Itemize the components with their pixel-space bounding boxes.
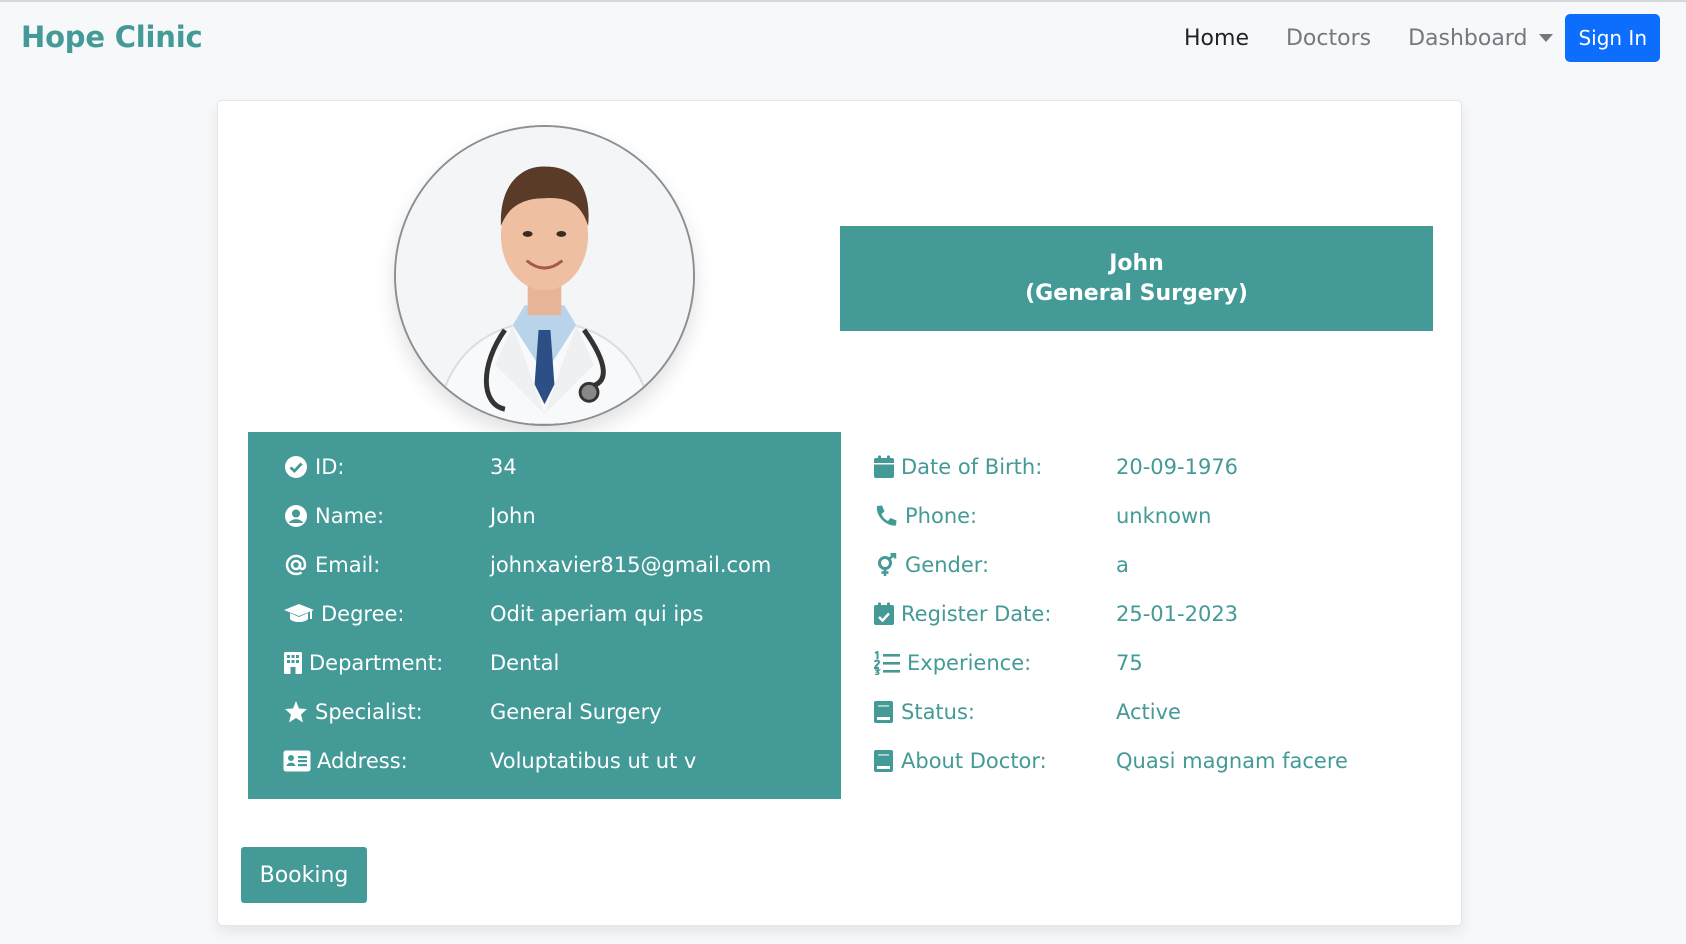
field-value-dob: 20-09-1976 <box>1116 454 1239 479</box>
nav-doctors-link[interactable]: Doctors <box>1286 26 1371 51</box>
book-icon <box>873 700 895 724</box>
at-icon <box>283 553 309 577</box>
nav-dashboard-dropdown[interactable]: Dashboard <box>1408 25 1554 51</box>
field-value-gender: a <box>1116 552 1129 577</box>
field-value-specialist: General Surgery <box>490 699 662 724</box>
sign-in-button[interactable]: Sign In <box>1565 14 1660 62</box>
address-card-icon <box>283 749 311 773</box>
user-circle-icon <box>283 504 309 528</box>
field-label: Address: <box>317 748 408 773</box>
field-row-register-date: Register Date: 25-01-2023 <box>873 589 1433 638</box>
field-value-address: Voluptatibus ut ut v <box>490 748 697 773</box>
field-value-id: 34 <box>490 454 517 479</box>
field-value-name: John <box>490 503 536 528</box>
graduation-cap-icon <box>283 602 315 626</box>
nav-dashboard-label: Dashboard <box>1408 25 1528 51</box>
field-row-specialist: Specialist: General Surgery <box>248 687 841 736</box>
doctor-info-left-panel: ID: 34 Name: John Email: johnxavier815@g… <box>248 432 841 799</box>
field-row-phone: Phone: unknown <box>873 491 1433 540</box>
field-value-about: Quasi magnam facere <box>1116 748 1348 773</box>
star-icon <box>283 700 309 724</box>
caret-down-icon <box>1539 34 1554 42</box>
field-value-email: johnxavier815@gmail.com <box>490 552 772 577</box>
field-row-status: Status: Active <box>873 687 1433 736</box>
field-row-email: Email: johnxavier815@gmail.com <box>248 540 841 589</box>
banner-name: John <box>1109 250 1164 276</box>
calendar-check-icon <box>873 602 895 626</box>
field-row-dob: Date of Birth: 20-09-1976 <box>873 442 1433 491</box>
field-value-phone: unknown <box>1116 503 1212 528</box>
field-label: Phone: <box>905 503 978 528</box>
book-icon <box>873 749 895 773</box>
field-value-register-date: 25-01-2023 <box>1116 601 1239 626</box>
field-label: Degree: <box>321 601 405 626</box>
field-value-experience: 75 <box>1116 650 1143 675</box>
nav-home-link[interactable]: Home <box>1184 26 1249 51</box>
field-row-department: Department: Dental <box>248 638 841 687</box>
field-value-department: Dental <box>490 650 560 675</box>
field-label: Status: <box>901 699 975 724</box>
field-label: Date of Birth: <box>901 454 1043 479</box>
booking-button[interactable]: Booking <box>241 847 367 903</box>
doctor-portrait-image <box>396 127 693 424</box>
list-ol-icon <box>873 650 901 675</box>
field-row-name: Name: John <box>248 491 841 540</box>
field-label: ID: <box>315 454 345 479</box>
nav-links: Home Doctors Dashboard Sign In <box>1184 14 1660 62</box>
check-circle-icon <box>283 455 309 479</box>
field-label: Gender: <box>905 552 990 577</box>
building-icon <box>283 651 303 675</box>
field-row-experience: Experience: 75 <box>873 638 1433 687</box>
field-label: Register Date: <box>901 601 1052 626</box>
field-label: Specialist: <box>315 699 423 724</box>
banner-specialty: (General Surgery) <box>1025 280 1248 306</box>
gender-icon <box>873 552 899 577</box>
doctor-profile-card: John (General Surgery) ID: 34 Name: John <box>217 100 1462 926</box>
field-label: Name: <box>315 503 385 528</box>
field-value-degree: Odit aperiam qui ips <box>490 601 704 626</box>
field-label: About Doctor: <box>901 748 1047 773</box>
field-row-degree: Degree: Odit aperiam qui ips <box>248 589 841 638</box>
field-value-status: Active <box>1116 699 1181 724</box>
field-label: Experience: <box>907 650 1032 675</box>
brand-logo[interactable]: Hope Clinic <box>21 20 203 54</box>
doctor-avatar <box>394 125 695 426</box>
phone-icon <box>873 504 899 528</box>
field-row-about: About Doctor: Quasi magnam facere <box>873 736 1433 785</box>
doctor-info-right-panel: Date of Birth: 20-09-1976 Phone: unknown… <box>873 432 1433 799</box>
field-row-id: ID: 34 <box>248 442 841 491</box>
navbar: Hope Clinic Home Doctors Dashboard Sign … <box>0 2 1686 80</box>
calendar-icon <box>873 455 895 479</box>
doctor-name-banner: John (General Surgery) <box>840 226 1433 331</box>
field-row-address: Address: Voluptatibus ut ut v <box>248 736 841 785</box>
field-label: Department: <box>309 650 444 675</box>
field-label: Email: <box>315 552 381 577</box>
field-row-gender: Gender: a <box>873 540 1433 589</box>
